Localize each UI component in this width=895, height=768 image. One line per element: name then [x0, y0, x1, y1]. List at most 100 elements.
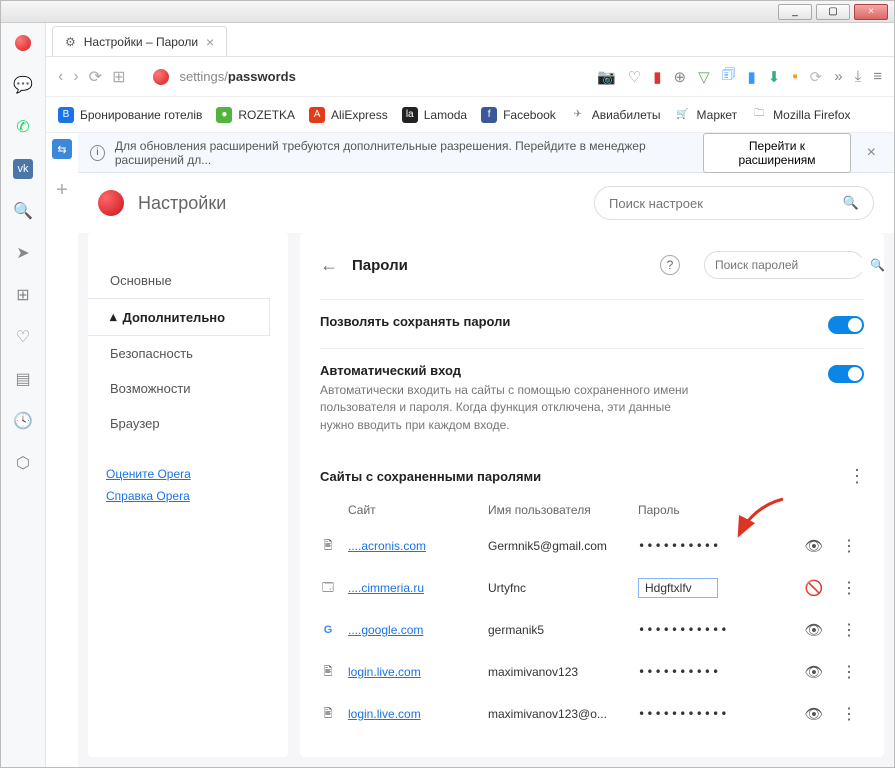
bookmark-item[interactable]: ● ROZETKA [216, 107, 295, 123]
bookmark-favicon: ● [216, 107, 232, 123]
row-more-icon[interactable]: ⋮ [834, 620, 864, 640]
tab-settings-passwords[interactable]: ⚙ Настройки – Пароли × [52, 26, 227, 56]
window-minimize-button[interactable]: _ [778, 4, 812, 20]
window-close-button[interactable]: × [854, 4, 888, 20]
nav-advanced[interactable]: ▴ Дополнительно [88, 298, 270, 336]
search-settings-input[interactable] [609, 196, 843, 211]
password-cell-revealed[interactable]: Hdgftxlfv [638, 578, 718, 598]
site-favicon: 🖹 [320, 664, 336, 680]
go-to-extensions-button[interactable]: Перейти к расширениям [703, 133, 850, 173]
heart-icon[interactable]: ♡ [13, 327, 33, 347]
nav-security[interactable]: Безопасность [106, 336, 270, 371]
row-more-icon[interactable]: ⋮ [834, 704, 864, 724]
reload-icon[interactable]: ⟳ [89, 67, 102, 87]
nav-browser[interactable]: Браузер [106, 406, 270, 441]
allow-save-row: Позволять сохранять пароли [320, 299, 864, 348]
search-icon: 🔍 [843, 195, 859, 211]
col-user: Имя пользователя [488, 503, 638, 517]
ext4-icon[interactable]: ▮ [748, 68, 756, 86]
apps-icon[interactable]: ⊞ [112, 67, 125, 87]
table-row: 🖹 login.live.com maximivanov123 ••••••••… [320, 651, 864, 693]
rate-opera-link[interactable]: Оцените Opera [106, 463, 270, 485]
help-icon[interactable]: ? [660, 255, 680, 275]
allow-save-toggle[interactable] [828, 316, 864, 334]
eye-off-icon[interactable]: 🚫 [804, 579, 824, 597]
package-icon[interactable]: ⬡ [13, 453, 33, 473]
ext1-icon[interactable]: ▮ [653, 68, 661, 86]
eye-icon[interactable]: 👁 [804, 621, 824, 639]
browser-body: 💬 ✆ vk 🔍 ➤ ⊞ ♡ ▤ 🕓 ⬡ ⚙ Настройки – Парол… [1, 23, 894, 767]
auto-login-toggle[interactable] [828, 365, 864, 383]
tab-title: Настройки – Пароли [84, 35, 198, 49]
bookmark-label: Facebook [503, 108, 556, 122]
nav-features[interactable]: Возможности [106, 371, 270, 406]
tab-strip: ⚙ Настройки – Пароли × [46, 23, 894, 57]
whatsapp-icon[interactable]: ✆ [13, 117, 33, 137]
row-more-icon[interactable]: ⋮ [834, 662, 864, 682]
site-favicon: 🗔 [320, 580, 336, 596]
eye-icon[interactable]: 👁 [804, 537, 824, 555]
ext6-icon[interactable]: ▪ [792, 68, 797, 85]
menu-icon[interactable]: ≡ [873, 68, 882, 85]
shield-icon[interactable]: ▽ [698, 68, 710, 86]
table-header: Сайт Имя пользователя Пароль [320, 495, 864, 525]
username-cell: germanik5 [488, 623, 638, 637]
download-icon[interactable]: ⤓ [855, 68, 862, 85]
window-maximize-button[interactable]: ▢ [816, 4, 850, 20]
nav-links: Оцените Opera Справка Opera [106, 463, 270, 507]
eye-icon[interactable]: 👁 [804, 663, 824, 681]
browser-main: ⚙ Настройки – Пароли × ‹ › ⟳ ⊞ settings/… [46, 23, 894, 767]
site-link[interactable]: ....google.com [348, 623, 488, 637]
bookmark-item[interactable]: ✈Авиабилеты [570, 107, 661, 123]
ext7-icon[interactable]: ⟳ [810, 68, 823, 86]
messenger-icon[interactable]: 💬 [13, 75, 33, 95]
eye-icon[interactable]: 👁 [804, 705, 824, 723]
site-link[interactable]: ....acronis.com [348, 539, 488, 553]
nav-back-icon[interactable]: ‹ [58, 68, 63, 86]
speed-dial-icon[interactable]: ⊞ [13, 285, 33, 305]
nav-forward-icon[interactable]: › [73, 68, 78, 86]
bookmark-item[interactable]: 🛒Маркет [675, 107, 738, 123]
extension-badge-icon[interactable]: ⇆ [52, 139, 72, 159]
opera-logo-icon[interactable] [13, 33, 33, 53]
bookmark-label: AliExpress [331, 108, 388, 122]
bookmark-item[interactable]: AAliExpress [309, 107, 388, 123]
overflow-icon[interactable]: » [834, 68, 842, 85]
site-link[interactable]: login.live.com [348, 707, 488, 721]
bookmark-item[interactable]: laLamoda [402, 107, 467, 123]
bookmark-item[interactable]: 🗀Mozilla Firefox [751, 107, 850, 123]
add-tab-icon[interactable]: + [56, 179, 68, 202]
ext2-icon[interactable]: ⊕ [673, 68, 686, 86]
ext5-icon[interactable]: ⬇ [768, 68, 781, 86]
search-passwords-field[interactable]: 🔍 [704, 251, 864, 279]
site-link[interactable]: ....cimmeria.ru [348, 581, 488, 595]
infobar-close-icon[interactable]: × [861, 144, 882, 162]
nav-main[interactable]: Основные [106, 263, 270, 298]
vk-icon[interactable]: vk [13, 159, 33, 179]
bookmark-label: Маркет [697, 108, 738, 122]
bookmark-item[interactable]: BБронирование готелів [58, 107, 202, 123]
row-more-icon[interactable]: ⋮ [834, 536, 864, 556]
browser-window: _ ▢ × 💬 ✆ vk 🔍 ➤ ⊞ ♡ ▤ 🕓 ⬡ ⚙ Настройки –… [0, 0, 895, 768]
settings-page: i Для обновления расширений требуются до… [78, 133, 894, 767]
tab-close-icon[interactable]: × [206, 34, 214, 50]
bookmark-item[interactable]: fFacebook [481, 107, 556, 123]
search-icon[interactable]: 🔍 [13, 201, 33, 221]
history-icon[interactable]: 🕓 [13, 411, 33, 431]
search-settings-field[interactable]: 🔍 [594, 186, 874, 220]
saved-sites-more-icon[interactable]: ⋮ [848, 466, 864, 487]
site-link[interactable]: login.live.com [348, 665, 488, 679]
row-more-icon[interactable]: ⋮ [834, 578, 864, 598]
search-passwords-input[interactable] [715, 258, 870, 272]
bookmark-label: ROZETKA [238, 108, 295, 122]
username-cell: Urtyfnc [488, 581, 638, 595]
send-icon[interactable]: ➤ [13, 243, 33, 263]
ext3-icon[interactable]: 🗊 [722, 64, 736, 89]
camera-icon[interactable]: 📷 [597, 68, 616, 86]
news-icon[interactable]: ▤ [13, 369, 33, 389]
passwords-table: Сайт Имя пользователя Пароль 🖹 ....acron… [320, 495, 864, 735]
back-arrow-icon[interactable]: ← [320, 255, 338, 276]
help-opera-link[interactable]: Справка Opera [106, 485, 270, 507]
heart-outline-icon[interactable]: ♡ [628, 68, 641, 86]
address-text[interactable]: settings/passwords [179, 69, 295, 84]
